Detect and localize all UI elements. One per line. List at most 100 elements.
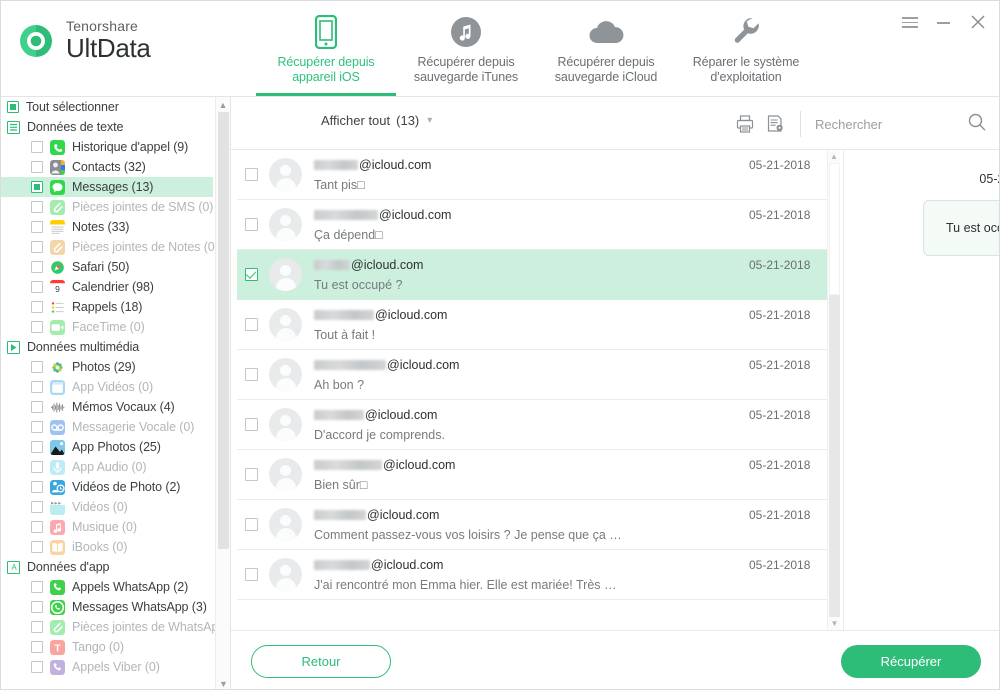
search-box[interactable]: [815, 112, 987, 137]
select-all-checkbox[interactable]: [7, 101, 19, 113]
message-row[interactable]: @icloud.com Tu est occupé ? 05-21-2018: [237, 250, 835, 300]
printer-icon[interactable]: [730, 110, 760, 138]
tab-recover-from-icloud-backup[interactable]: Récupérer depuis sauvegarde iCloud: [536, 1, 676, 96]
sidebar-scrollbar[interactable]: ▲ ▼: [215, 97, 230, 689]
item-checkbox[interactable]: [31, 381, 43, 393]
message-row[interactable]: @icloud.com Tant pis□ 05-21-2018: [237, 150, 835, 200]
item-checkbox[interactable]: [31, 321, 43, 333]
sidebar-item[interactable]: Contacts (32): [1, 157, 213, 177]
item-checkbox[interactable]: [31, 261, 43, 273]
item-checkbox[interactable]: [31, 401, 43, 413]
sidebar-item[interactable]: T Tango (0): [1, 637, 213, 657]
item-checkbox[interactable]: [31, 601, 43, 613]
sidebar-item[interactable]: App Vidéos (0): [1, 377, 213, 397]
sidebar-item[interactable]: Mémos Vocaux (4): [1, 397, 213, 417]
item-checkbox[interactable]: [31, 421, 43, 433]
sidebar-item[interactable]: Messagerie Vocale (0): [1, 417, 213, 437]
sidebar-item[interactable]: FaceTime (0): [1, 317, 213, 337]
item-checkbox[interactable]: [31, 441, 43, 453]
item-checkbox[interactable]: [31, 541, 43, 553]
item-checkbox[interactable]: [31, 361, 43, 373]
item-checkbox[interactable]: [31, 281, 43, 293]
menu-icon[interactable]: [901, 13, 919, 31]
message-scroll-track[interactable]: [829, 295, 840, 617]
recover-button[interactable]: Récupérer: [841, 645, 981, 678]
sidebar-item[interactable]: Pièces jointes de SMS (0): [1, 197, 213, 217]
sidebar-item[interactable]: Pièces jointes de WhatsApp (0): [1, 617, 230, 637]
sidebar-item[interactable]: Vidéos de Photo (2): [1, 477, 213, 497]
item-checkbox[interactable]: [31, 141, 43, 153]
item-checkbox[interactable]: [31, 481, 43, 493]
sidebar-item[interactable]: Photos (29): [1, 357, 213, 377]
sidebar-item[interactable]: Messages (13): [1, 177, 213, 197]
message-list-scrollbar[interactable]: ▲ ▼: [827, 150, 840, 630]
item-checkbox[interactable]: [31, 201, 43, 213]
message-checkbox[interactable]: [245, 218, 258, 231]
sidebar-item[interactable]: 9 Calendrier (98): [1, 277, 213, 297]
back-button[interactable]: Retour: [251, 645, 391, 678]
item-checkbox[interactable]: [31, 521, 43, 533]
message-row[interactable]: @icloud.com Bien sûr□ 05-21-2018: [237, 450, 835, 500]
scroll-down-arrow[interactable]: ▼: [216, 676, 230, 689]
message-row[interactable]: @icloud.com Ça dépend□ 05-21-2018: [237, 200, 835, 250]
sidebar-item[interactable]: Appels WhatsApp (2): [1, 577, 213, 597]
message-checkbox[interactable]: [245, 418, 258, 431]
sidebar-item[interactable]: Historique d'appel (9): [1, 137, 213, 157]
sidebar-item[interactable]: Safari (50): [1, 257, 213, 277]
message-row[interactable]: @icloud.com J'ai rencontré mon Emma hier.…: [237, 550, 835, 600]
sidebar-item[interactable]: Vidéos (0): [1, 497, 213, 517]
sidebar-item-label: iBooks (0): [72, 540, 128, 554]
scroll-up-arrow[interactable]: ▲: [828, 150, 840, 163]
tab-repair-operating-system[interactable]: Réparer le système d'exploitation: [676, 1, 816, 96]
sidebar-item[interactable]: Notes (33): [1, 217, 213, 237]
message-row[interactable]: @icloud.com Ah bon ? 05-21-2018: [237, 350, 835, 400]
sidebar-item[interactable]: Messages WhatsApp (3): [1, 597, 213, 617]
sidebar-group-1[interactable]: Données multimédia: [1, 337, 213, 357]
item-checkbox[interactable]: [31, 641, 43, 653]
sidebar-item[interactable]: Rappels (18): [1, 297, 213, 317]
close-icon[interactable]: [969, 13, 987, 31]
show-all-dropdown[interactable]: Afficher tout (13) ▾: [321, 113, 432, 128]
sidebar-item[interactable]: App Audio (0): [1, 457, 213, 477]
item-checkbox[interactable]: [31, 301, 43, 313]
sidebar-item[interactable]: iBooks (0): [1, 537, 213, 557]
item-checkbox[interactable]: [31, 581, 43, 593]
sidebar-item-label: Messages (13): [72, 180, 154, 194]
tab-recover-from-ios-device[interactable]: Récupérer depuis appareil iOS: [256, 1, 396, 96]
item-checkbox[interactable]: [31, 461, 43, 473]
sidebar-item[interactable]: App Photos (25): [1, 437, 213, 457]
message-checkbox[interactable]: [245, 318, 258, 331]
scroll-down-arrow[interactable]: ▼: [828, 617, 841, 630]
message-checkbox[interactable]: [245, 268, 258, 281]
message-checkbox[interactable]: [245, 568, 258, 581]
scroll-up-arrow[interactable]: ▲: [216, 97, 230, 112]
sidebar-scroll-thumb[interactable]: [218, 112, 229, 549]
item-checkbox[interactable]: [31, 221, 43, 233]
item-checkbox[interactable]: [31, 181, 43, 193]
sidebar-item[interactable]: Appels Viber (0): [1, 657, 213, 677]
message-sender: @icloud.com: [314, 308, 749, 322]
item-checkbox[interactable]: [31, 661, 43, 673]
message-row[interactable]: @icloud.com D'accord je comprends. 05-21-2…: [237, 400, 835, 450]
message-row[interactable]: @icloud.com Comment passez-vous vos loisi…: [237, 500, 835, 550]
sidebar-group-0[interactable]: Données de texte: [1, 117, 213, 137]
tab-recover-from-itunes-backup[interactable]: Récupérer depuis sauvegarde iTunes: [396, 1, 536, 96]
message-row[interactable]: @icloud.com Tout à fait ! 05-21-2018: [237, 300, 835, 350]
sidebar-group-2[interactable]: A Données d'app: [1, 557, 213, 577]
item-checkbox[interactable]: [31, 161, 43, 173]
minimize-icon[interactable]: [935, 13, 953, 31]
message-checkbox[interactable]: [245, 468, 258, 481]
message-checkbox[interactable]: [245, 518, 258, 531]
message-checkbox[interactable]: [245, 368, 258, 381]
export-settings-icon[interactable]: [760, 110, 790, 138]
sidebar-select-all[interactable]: Tout sélectionner: [1, 97, 213, 117]
sidebar-item[interactable]: Musique (0): [1, 517, 213, 537]
message-checkbox[interactable]: [245, 168, 258, 181]
sidebar-item[interactable]: Pièces jointes de Notes (0): [1, 237, 219, 257]
search-input[interactable]: [815, 116, 915, 132]
item-checkbox[interactable]: [31, 241, 43, 253]
search-icon[interactable]: [967, 112, 987, 137]
item-checkbox[interactable]: [31, 621, 43, 633]
message-scroll-thumb[interactable]: [829, 163, 840, 295]
item-checkbox[interactable]: [31, 501, 43, 513]
